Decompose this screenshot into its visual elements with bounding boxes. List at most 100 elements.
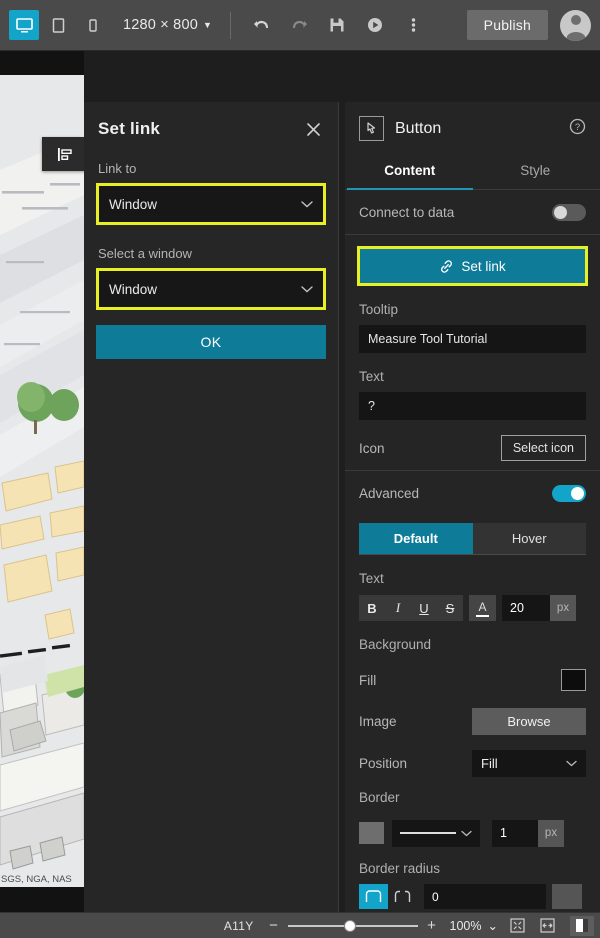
- redo-arrow-icon: [292, 20, 307, 28]
- tooltip-input[interactable]: Measure Tool Tutorial: [359, 325, 586, 353]
- fit-width-button[interactable]: [536, 915, 558, 937]
- map-3d-graphic: [0, 75, 84, 887]
- text-section-label: Text: [359, 571, 384, 586]
- align-left-icon: [57, 147, 72, 161]
- fill-color-swatch[interactable]: [561, 669, 586, 691]
- toggle-panel-button[interactable]: [570, 915, 594, 936]
- publish-button[interactable]: Publish: [466, 10, 548, 40]
- icon-label: Icon: [359, 440, 385, 456]
- radius-corners-button[interactable]: [388, 884, 417, 909]
- format-button-group: B I U S: [359, 595, 463, 621]
- mobile-view-button[interactable]: [77, 10, 107, 40]
- border-style-select[interactable]: [392, 819, 480, 847]
- avatar-head: [570, 14, 581, 25]
- border-width-input[interactable]: 1: [492, 819, 538, 847]
- user-avatar[interactable]: [560, 9, 591, 41]
- bold-button[interactable]: B: [359, 595, 385, 621]
- text-input[interactable]: ?: [359, 392, 586, 420]
- fit-to-screen-button[interactable]: [506, 915, 528, 937]
- image-row: Image Browse: [345, 700, 600, 742]
- select-icon-button[interactable]: Select icon: [500, 435, 586, 461]
- select-window-select[interactable]: Window: [99, 271, 323, 307]
- set-link-close-button[interactable]: [302, 118, 324, 140]
- map-align-widget[interactable]: [42, 137, 84, 171]
- zoom-in-button[interactable]: +: [424, 918, 440, 933]
- link-to-select[interactable]: Window: [99, 186, 323, 222]
- close-icon: [306, 122, 320, 136]
- zoom-level-selector[interactable]: 100% ⌄: [450, 918, 498, 934]
- toggle-knob: [554, 205, 567, 219]
- ok-button[interactable]: OK: [96, 325, 326, 359]
- tooltip-value: Measure Tool Tutorial: [368, 332, 488, 346]
- tab-style[interactable]: Style: [473, 153, 599, 190]
- state-default-tab[interactable]: Default: [359, 523, 473, 554]
- a11y-button[interactable]: A11Y: [224, 919, 254, 933]
- border-width-value: 1: [500, 826, 507, 840]
- save-button[interactable]: [321, 9, 353, 41]
- help-button[interactable]: ?: [569, 118, 586, 140]
- advanced-row: Advanced: [345, 471, 600, 515]
- zoom-out-button[interactable]: −: [266, 918, 282, 933]
- link-to-label: Link to: [98, 161, 137, 176]
- connect-to-data-toggle[interactable]: [552, 203, 586, 221]
- set-link-button-label: Set link: [461, 258, 506, 274]
- font-color-glyph: A: [478, 599, 487, 614]
- map-attribution: SGS, NGA, NAS: [1, 874, 72, 885]
- text-value: ?: [368, 399, 375, 413]
- text-format-bar: B I U S A 20 px: [359, 595, 586, 621]
- link-chain-icon: [441, 259, 453, 273]
- desktop-view-button[interactable]: [9, 10, 39, 40]
- tablet-view-button[interactable]: [43, 10, 73, 40]
- connect-to-data-label: Connect to data: [359, 204, 455, 220]
- strikethrough-button[interactable]: S: [437, 595, 463, 621]
- tablet-icon: [52, 17, 64, 33]
- radius-uniform-button[interactable]: [359, 884, 388, 909]
- italic-button[interactable]: I: [385, 595, 411, 621]
- zoom-slider[interactable]: [287, 918, 418, 934]
- zoom-slider-thumb[interactable]: [343, 919, 356, 932]
- font-color-button[interactable]: A: [469, 595, 496, 621]
- chevron-down-icon: [461, 830, 472, 836]
- screen-size-selector[interactable]: 1280 × 800 ▼: [123, 17, 212, 33]
- font-size-input[interactable]: 20: [502, 595, 550, 621]
- preview-button[interactable]: [359, 9, 391, 41]
- border-radius-unit: [552, 884, 582, 909]
- tab-content[interactable]: Content: [347, 153, 473, 190]
- top-toolbar: 1280 × 800 ▼ Publish: [0, 0, 600, 51]
- link-to-highlight: Window: [96, 183, 326, 225]
- underline-button[interactable]: U: [411, 595, 437, 621]
- corner-radius-icon: [394, 890, 411, 902]
- undo-button[interactable]: [245, 9, 277, 41]
- set-link-button[interactable]: Set link: [360, 249, 585, 283]
- font-size-value: 20: [510, 601, 524, 615]
- help-circle-icon: ?: [569, 118, 586, 134]
- rounded-rect-icon: [365, 890, 382, 902]
- browse-button[interactable]: Browse: [472, 707, 586, 735]
- state-segmented-control: Default Hover: [359, 523, 586, 555]
- set-link-title: Set link: [98, 119, 161, 138]
- canvas-area: SGS, NGA, NAS Set link Link to Window Se…: [0, 51, 600, 938]
- cursor-click-icon: [367, 122, 376, 134]
- properties-header: Button ?: [345, 102, 600, 153]
- properties-panel: Button ? Content Style Connect to data S…: [345, 102, 600, 938]
- floppy-disk-icon: [330, 18, 344, 32]
- set-link-highlight: Set link: [357, 246, 588, 286]
- border-color-swatch[interactable]: [359, 822, 384, 844]
- redo-button[interactable]: [283, 9, 315, 41]
- background-label: Background: [359, 637, 432, 652]
- chevron-down-icon: ⌄: [487, 919, 498, 933]
- border-controls-row: 1 px: [345, 813, 600, 853]
- status-bar: A11Y − + 100% ⌄: [0, 912, 600, 938]
- border-radius-input[interactable]: 0: [424, 884, 546, 909]
- select-window-value: Window: [109, 281, 158, 297]
- advanced-toggle[interactable]: [552, 484, 586, 502]
- font-size-unit: px: [550, 595, 576, 621]
- state-hover-tab[interactable]: Hover: [472, 523, 586, 554]
- more-options-button[interactable]: [397, 9, 429, 41]
- position-row: Position Fill: [345, 742, 600, 784]
- icon-row: Icon Select icon: [345, 426, 600, 470]
- fit-width-icon: [539, 918, 555, 933]
- fill-label: Fill: [359, 672, 377, 688]
- map-viewport[interactable]: SGS, NGA, NAS: [0, 51, 84, 912]
- position-select[interactable]: Fill: [472, 749, 586, 777]
